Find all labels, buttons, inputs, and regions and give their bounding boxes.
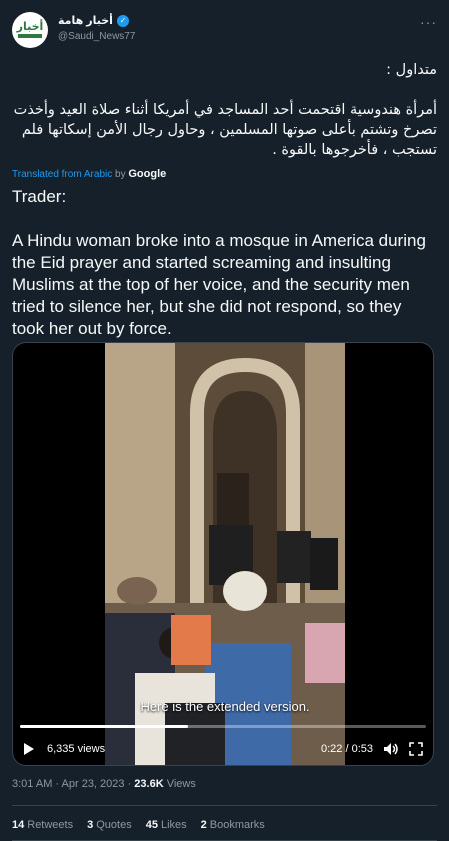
stat-bookmarks-value: 2: [200, 819, 207, 831]
tweet-header: أخبار أخبار هامة ✓ @Saudi_News77 ···: [12, 12, 437, 56]
avatar[interactable]: أخبار: [12, 12, 48, 48]
more-options-icon[interactable]: ···: [420, 14, 437, 30]
volume-icon[interactable]: [383, 742, 399, 756]
video-player[interactable]: Here is the extended version. 6,335 view…: [12, 342, 434, 766]
stat-quotes[interactable]: 3 Quotes: [87, 819, 132, 831]
avatar-logo-bar: [18, 34, 42, 38]
tweet-timestamp[interactable]: 3:01 AM · Apr 23, 2023 ·: [12, 778, 134, 790]
tweet-views-label: Views: [163, 778, 196, 790]
tweet-view-count: 23.6K: [134, 778, 164, 790]
display-name-row: أخبار هامة ✓: [58, 14, 425, 27]
stat-retweets[interactable]: 14 Retweets: [12, 819, 73, 831]
stat-retweets-value: 14: [12, 819, 25, 831]
translator-name: Google: [128, 168, 167, 180]
divider: [12, 805, 437, 806]
tweet-meta: 3:01 AM · Apr 23, 2023 · 23.6K Views: [12, 778, 196, 790]
translation-label: Translated from Arabic by Google: [12, 168, 166, 180]
tweet-text-arabic: متداول : أمرأة هندوسية اقتحمت أحد المساج…: [13, 62, 437, 158]
engagement-stats: 14 Retweets 3 Quotes 45 Likes 2 Bookmarks: [12, 819, 265, 831]
video-progress-fill: [20, 725, 189, 728]
avatar-logo-text: أخبار: [16, 21, 44, 33]
stat-quotes-value: 3: [87, 819, 94, 831]
stat-bookmarks-label: Bookmarks: [209, 819, 265, 831]
stat-bookmarks[interactable]: 2 Bookmarks: [201, 819, 265, 831]
video-time: 0:22 / 0:53: [321, 743, 373, 755]
verified-badge-icon: ✓: [116, 14, 129, 27]
play-icon[interactable]: [23, 742, 35, 756]
translated-from-link[interactable]: Translated from Arabic: [12, 169, 112, 180]
stat-likes-label: Likes: [160, 819, 187, 831]
stat-likes[interactable]: 45 Likes: [146, 819, 187, 831]
fullscreen-icon[interactable]: [409, 742, 423, 756]
video-caption: Here is the extended version.: [140, 699, 310, 714]
tweet-text-translated: Trader: A Hindu woman broke into a mosqu…: [12, 187, 426, 338]
stat-likes-value: 45: [145, 819, 158, 831]
translation-by: by: [115, 169, 126, 180]
video-progress-bar[interactable]: [20, 725, 426, 728]
stat-retweets-label: Retweets: [27, 819, 74, 831]
display-name[interactable]: أخبار هامة: [58, 14, 113, 27]
author-info: أخبار هامة ✓ @Saudi_News77: [58, 14, 425, 42]
author-handle[interactable]: @Saudi_News77: [58, 31, 425, 42]
video-views: 6,335 views: [47, 743, 106, 755]
video-controls: 6,335 views 0:22 / 0:53: [13, 735, 433, 763]
stat-quotes-label: Quotes: [96, 819, 132, 831]
